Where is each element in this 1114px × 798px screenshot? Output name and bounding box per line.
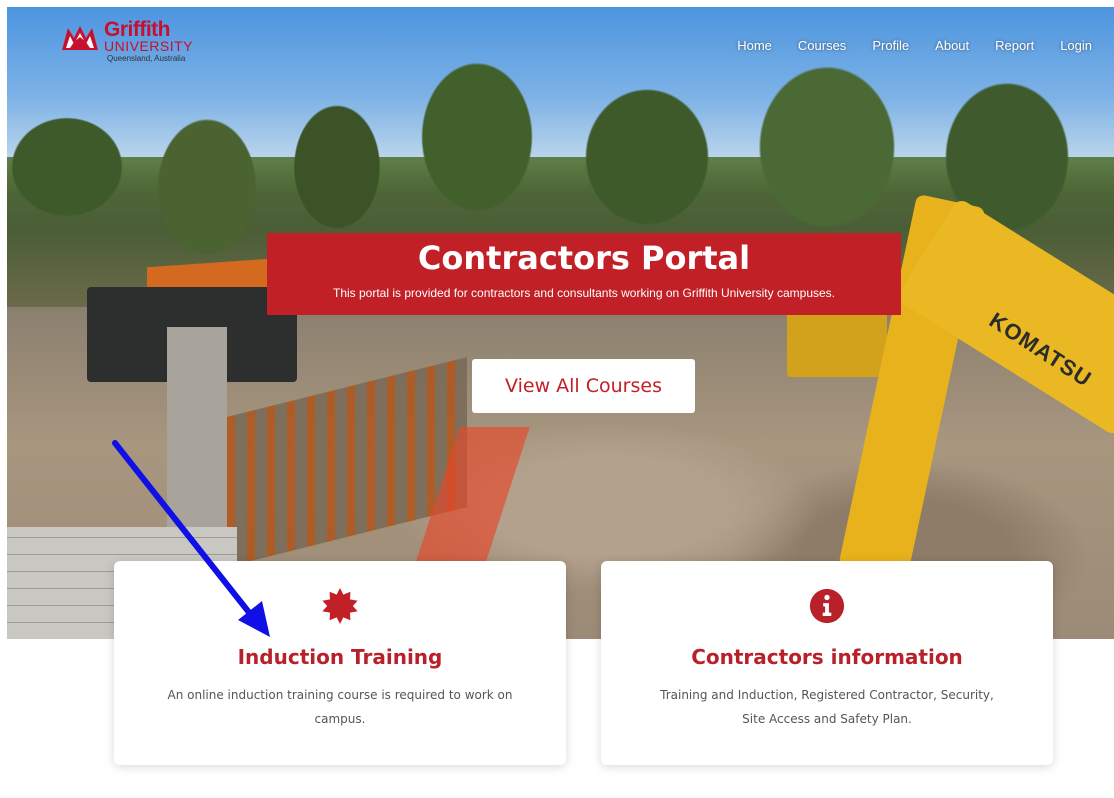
hero-banner: Contractors Portal This portal is provid… bbox=[267, 233, 901, 315]
card-text: Training and Induction, Registered Contr… bbox=[660, 688, 994, 726]
page-title: Contractors Portal bbox=[417, 239, 751, 277]
view-all-courses-button[interactable]: View All Courses bbox=[472, 359, 695, 413]
contractors-information-card[interactable]: Contractors information Training and Ind… bbox=[601, 561, 1053, 765]
logo-tagline: Queensland, Australia bbox=[107, 54, 186, 63]
griffith-logo-mark-icon bbox=[62, 26, 98, 50]
logo-university: UNIVERSITY bbox=[104, 38, 194, 54]
annotation-arrow-icon bbox=[112, 440, 270, 637]
nav-courses[interactable]: Courses bbox=[798, 38, 846, 53]
nav-profile[interactable]: Profile bbox=[872, 38, 909, 53]
small-excavator bbox=[787, 307, 887, 377]
nav-login[interactable]: Login bbox=[1060, 38, 1092, 53]
nav-report[interactable]: Report bbox=[995, 38, 1034, 53]
nav-about[interactable]: About bbox=[935, 38, 969, 53]
main-nav: Home Courses Profile About Report Login bbox=[711, 38, 1092, 53]
card-title[interactable]: Contractors information bbox=[601, 645, 1053, 669]
info-icon bbox=[809, 588, 845, 624]
nav-home[interactable]: Home bbox=[737, 38, 772, 53]
badge-icon bbox=[322, 587, 358, 625]
card-text: An online induction training course is r… bbox=[167, 688, 513, 726]
page-subtitle: This portal is provided for contractors … bbox=[333, 286, 835, 300]
griffith-logo[interactable]: Griffith UNIVERSITY Queensland, Australi… bbox=[60, 18, 200, 70]
card-title[interactable]: Induction Training bbox=[114, 645, 566, 669]
